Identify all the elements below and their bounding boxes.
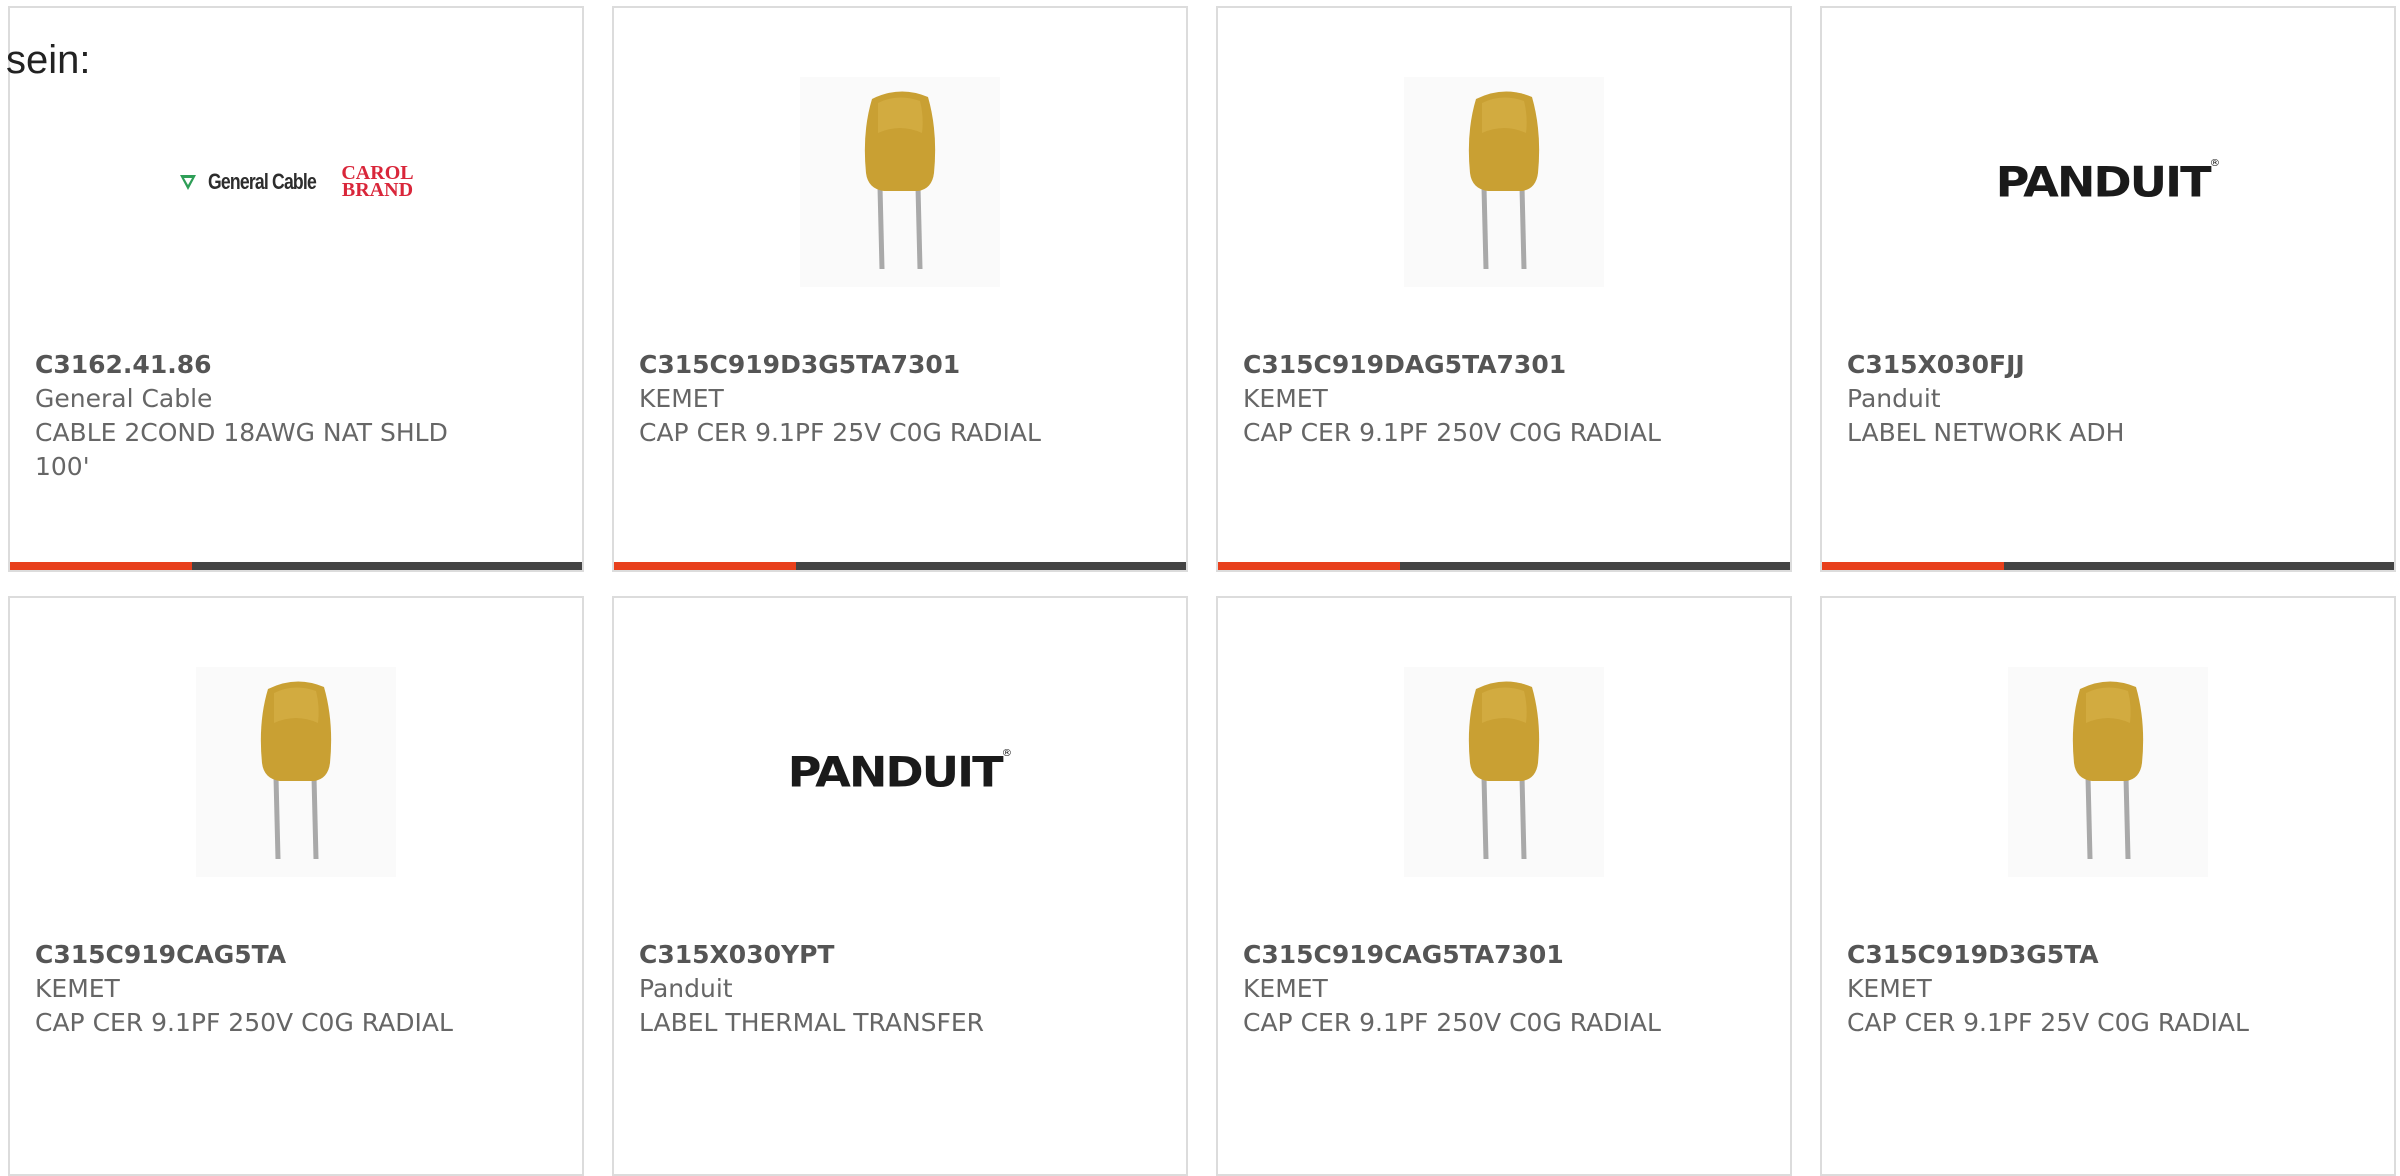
- manufacturer: Panduit: [1847, 384, 1941, 413]
- part-number[interactable]: C315C919CAG5TA7301: [1243, 938, 1683, 972]
- product-image[interactable]: [1822, 662, 2394, 882]
- product-card[interactable]: C315C919D3G5TA KEMET CAP CER 9.1PF 25V C…: [1820, 596, 2396, 1176]
- panduit-logo: PANDUIT®: [787, 747, 1013, 797]
- card-bar: [614, 562, 1186, 570]
- ceramic-capacitor-image: [196, 667, 396, 877]
- part-number[interactable]: C315C919DAG5TA7301: [1243, 348, 1683, 382]
- product-card[interactable]: General Cable CAROL BRAND C3162.41.86 Ge…: [8, 6, 584, 572]
- card-bar: [1822, 562, 2394, 570]
- product-info: C3162.41.86 General Cable CABLE 2COND 18…: [35, 348, 475, 484]
- ceramic-capacitor-image: [1404, 77, 1604, 287]
- product-info: C315C919D3G5TA KEMET CAP CER 9.1PF 25V C…: [1847, 938, 2287, 1040]
- general-cable-mark-icon: [180, 175, 197, 190]
- product-info: C315C919D3G5TA7301 KEMET CAP CER 9.1PF 2…: [639, 348, 1079, 450]
- manufacturer: Panduit: [639, 974, 733, 1003]
- panduit-logo: PANDUIT®: [1995, 157, 2221, 207]
- product-card[interactable]: C315C919D3G5TA7301 KEMET CAP CER 9.1PF 2…: [612, 6, 1188, 572]
- product-card[interactable]: C315C919CAG5TA7301 KEMET CAP CER 9.1PF 2…: [1216, 596, 1792, 1176]
- description: CAP CER 9.1PF 250V C0G RADIAL: [1243, 418, 1661, 447]
- general-cable-logo: General Cable CAROL BRAND: [178, 162, 414, 201]
- card-bar-accent: [10, 562, 192, 570]
- part-number[interactable]: C315X030YPT: [639, 938, 1079, 972]
- part-number[interactable]: C315C919D3G5TA: [1847, 938, 2287, 972]
- description: LABEL NETWORK ADH: [1847, 418, 2125, 447]
- product-card[interactable]: PANDUIT® C315X030FJJ Panduit LABEL NETWO…: [1820, 6, 2396, 572]
- manufacturer: KEMET: [1243, 384, 1328, 413]
- ceramic-capacitor-image: [2008, 667, 2208, 877]
- manufacturer: General Cable: [35, 384, 213, 413]
- product-info: C315C919DAG5TA7301 KEMET CAP CER 9.1PF 2…: [1243, 348, 1683, 450]
- carol-brand-logo: CAROL BRAND: [341, 162, 414, 201]
- product-image[interactable]: PANDUIT®: [1822, 72, 2394, 292]
- description: CAP CER 9.1PF 250V C0G RADIAL: [35, 1008, 453, 1037]
- product-image[interactable]: [1218, 662, 1790, 882]
- logo-text: General Cable: [208, 169, 317, 194]
- part-number[interactable]: C315X030FJJ: [1847, 348, 2287, 382]
- description: CABLE 2COND 18AWG NAT SHLD 100': [35, 418, 448, 481]
- product-info: C315C919CAG5TA7301 KEMET CAP CER 9.1PF 2…: [1243, 938, 1683, 1040]
- product-grid: General Cable CAROL BRAND C3162.41.86 Ge…: [0, 0, 2400, 1176]
- product-info: C315X030YPT Panduit LABEL THERMAL TRANSF…: [639, 938, 1079, 1040]
- description: CAP CER 9.1PF 25V C0G RADIAL: [1847, 1008, 2249, 1037]
- manufacturer: KEMET: [639, 384, 724, 413]
- card-bar-accent: [1822, 562, 2004, 570]
- card-bar: [1218, 562, 1790, 570]
- description: CAP CER 9.1PF 25V C0G RADIAL: [639, 418, 1041, 447]
- part-number[interactable]: C3162.41.86: [35, 348, 475, 382]
- product-card[interactable]: C315C919CAG5TA KEMET CAP CER 9.1PF 250V …: [8, 596, 584, 1176]
- ceramic-capacitor-image: [800, 77, 1000, 287]
- product-image[interactable]: [10, 662, 582, 882]
- manufacturer: KEMET: [1847, 974, 1932, 1003]
- product-info: C315X030FJJ Panduit LABEL NETWORK ADH: [1847, 348, 2287, 450]
- card-bar-accent: [1218, 562, 1400, 570]
- card-bar: [10, 562, 582, 570]
- product-card[interactable]: PANDUIT® C315X030YPT Panduit LABEL THERM…: [612, 596, 1188, 1176]
- manufacturer: KEMET: [35, 974, 120, 1003]
- product-image[interactable]: [614, 72, 1186, 292]
- manufacturer: KEMET: [1243, 974, 1328, 1003]
- product-image[interactable]: General Cable CAROL BRAND: [10, 72, 582, 292]
- description: LABEL THERMAL TRANSFER: [639, 1008, 985, 1037]
- product-image[interactable]: [1218, 72, 1790, 292]
- product-card[interactable]: C315C919DAG5TA7301 KEMET CAP CER 9.1PF 2…: [1216, 6, 1792, 572]
- registered-mark: ®: [2209, 157, 2221, 169]
- registered-mark: ®: [1001, 747, 1013, 759]
- card-bar-accent: [614, 562, 796, 570]
- part-number[interactable]: C315C919D3G5TA7301: [639, 348, 1079, 382]
- product-info: C315C919CAG5TA KEMET CAP CER 9.1PF 250V …: [35, 938, 475, 1040]
- part-number[interactable]: C315C919CAG5TA: [35, 938, 475, 972]
- ceramic-capacitor-image: [1404, 667, 1604, 877]
- page-label: sein:: [6, 38, 91, 82]
- description: CAP CER 9.1PF 250V C0G RADIAL: [1243, 1008, 1661, 1037]
- product-image[interactable]: PANDUIT®: [614, 662, 1186, 882]
